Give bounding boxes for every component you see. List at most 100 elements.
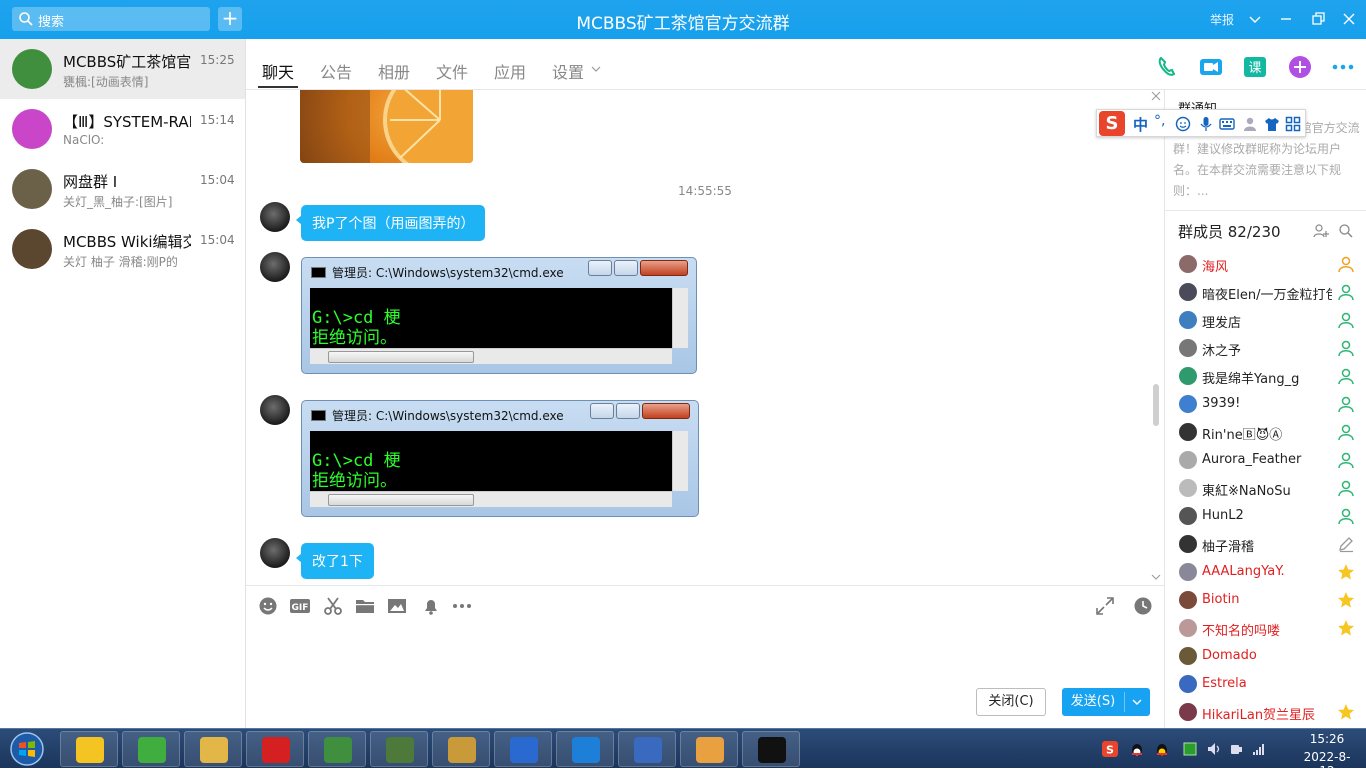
taskbar-app[interactable] (184, 731, 242, 767)
message-input[interactable]: 关闭(C) 发送(S) (246, 625, 1164, 728)
volume-icon[interactable] (1206, 741, 1222, 757)
taskbar-app[interactable] (370, 731, 428, 767)
chevron-down-icon[interactable] (1244, 8, 1266, 30)
member-item[interactable]: Aurora_Feather (1165, 446, 1366, 474)
tab-files[interactable]: 文件 (436, 59, 468, 83)
tab-settings[interactable]: 设置 (552, 59, 584, 83)
conversation-item[interactable]: 【Ⅲ】SYSTEM-RAM NaClO: 15:14 (0, 99, 245, 159)
green-app-tray-icon[interactable] (1182, 741, 1198, 757)
member-item[interactable]: Biotin (1165, 586, 1366, 614)
taskbar-app[interactable] (60, 731, 118, 767)
member-item[interactable]: AAALangYaY. (1165, 558, 1366, 586)
minimize-icon[interactable] (1275, 8, 1297, 30)
scissors-icon[interactable] (323, 596, 343, 616)
more-icon[interactable] (1330, 54, 1356, 80)
conversation-preview: 关灯 柚子 滑稽:刚P的 (63, 255, 178, 269)
taskbar-app[interactable] (432, 731, 490, 767)
ime-toolbar[interactable]: S 中 °, (1096, 109, 1306, 137)
member-item[interactable]: 3939! (1165, 390, 1366, 418)
member-item[interactable]: Estrela (1165, 670, 1366, 698)
member-item[interactable]: 東紅※NaNoSu (1165, 474, 1366, 502)
sogou-tray-icon[interactable]: S (1102, 741, 1118, 757)
conversation-item[interactable]: MCBBS矿工茶馆官方甕楓:[动画表情] 15:25 (0, 39, 245, 99)
taskbar-app[interactable] (618, 731, 676, 767)
chevron-down-icon[interactable] (590, 63, 602, 75)
ime-mode[interactable]: 中 (1133, 114, 1148, 135)
member-item[interactable]: 不知名的吗喽 (1165, 614, 1366, 642)
bell-icon[interactable] (421, 596, 441, 616)
conversation-item[interactable]: 网盘群 I 关灯_黑_柚子:[图片] 15:04 (0, 159, 245, 219)
chevron-down-icon[interactable] (1151, 572, 1161, 582)
taskbar-app[interactable] (308, 731, 366, 767)
user-icon[interactable] (1242, 116, 1258, 132)
emoji-icon[interactable] (1175, 116, 1191, 132)
taskbar-app[interactable] (556, 731, 614, 767)
tab-chat[interactable]: 聊天 (262, 59, 294, 83)
network-signal-icon[interactable] (1251, 741, 1267, 757)
add-app-icon[interactable] (1287, 54, 1313, 80)
member-item[interactable]: Rin'ne🄱😈Ⓐ (1165, 418, 1366, 446)
member-item[interactable]: 海风 (1165, 250, 1366, 278)
taskbar-app[interactable] (122, 731, 180, 767)
add-button[interactable]: + (218, 7, 242, 31)
close-icon[interactable] (1338, 8, 1360, 30)
clock-date[interactable]: 2022-8-12 (1297, 750, 1357, 778)
ime-punct[interactable]: °, (1154, 113, 1165, 129)
conversation-item[interactable]: MCBBS Wiki编辑交 关灯 柚子 滑稽:刚P的 15:04 (0, 219, 245, 279)
tab-apps[interactable]: 应用 (494, 59, 526, 83)
avatar[interactable] (260, 202, 290, 232)
image-icon[interactable] (387, 596, 407, 616)
avatar[interactable] (260, 395, 290, 425)
video-call-icon[interactable] (1198, 54, 1224, 80)
member-item[interactable]: 理发店 (1165, 306, 1366, 334)
clock-time[interactable]: 15:26 (1297, 732, 1357, 746)
avatar[interactable] (260, 252, 290, 282)
restore-icon[interactable] (1307, 8, 1329, 30)
member-item[interactable]: 沐之予 (1165, 334, 1366, 362)
member-item[interactable]: HunL2 (1165, 502, 1366, 530)
edit-icon[interactable] (1337, 535, 1355, 553)
keyboard-icon[interactable] (1219, 116, 1235, 132)
power-icon[interactable] (1228, 741, 1244, 757)
history-clock-icon[interactable] (1133, 596, 1153, 616)
windows-start-icon[interactable] (4, 730, 50, 768)
class-icon[interactable]: 课 (1242, 54, 1268, 80)
member-item[interactable]: HikariLan贺兰星辰 (1165, 698, 1366, 726)
orange-image[interactable] (300, 90, 473, 163)
folder-icon[interactable] (355, 596, 375, 616)
search-icon[interactable] (1338, 223, 1354, 239)
report-link[interactable]: 举报 (1210, 11, 1234, 28)
taskbar-app[interactable] (742, 731, 800, 767)
group-info-panel: 群通知 欢迎加入MCBBS矿工茶馆官方交流群！建议修改群昵称为论坛用户名。在本群… (1164, 90, 1366, 728)
chevron-down-icon[interactable] (1130, 695, 1144, 709)
add-member-icon[interactable] (1313, 223, 1329, 239)
message-scrollbar[interactable] (1153, 384, 1159, 426)
tab-album[interactable]: 相册 (378, 59, 410, 83)
phone-icon[interactable] (1154, 54, 1180, 80)
member-item[interactable]: 柚子滑稽 (1165, 530, 1366, 558)
tab-announcement[interactable]: 公告 (320, 59, 352, 83)
more-icon[interactable] (452, 596, 472, 616)
member-item[interactable]: 暗夜Elen/一万金粒打包 (1165, 278, 1366, 306)
send-button[interactable]: 发送(S) (1062, 688, 1150, 716)
sogou-logo[interactable]: S (1099, 111, 1125, 136)
shirt-icon[interactable] (1264, 116, 1280, 132)
grid-icon[interactable] (1285, 116, 1301, 132)
qq-tray-icon[interactable] (1129, 741, 1145, 757)
close-button[interactable]: 关闭(C) (976, 688, 1046, 716)
member-item[interactable]: Domado (1165, 642, 1366, 670)
taskbar-app[interactable] (246, 731, 304, 767)
qq-tray-icon[interactable] (1154, 741, 1170, 757)
search-box[interactable]: 搜索 (12, 7, 210, 31)
expand-icon[interactable] (1095, 596, 1115, 616)
close-icon[interactable] (1151, 91, 1161, 101)
taskbar-app[interactable] (494, 731, 552, 767)
microphone-icon[interactable] (1198, 116, 1214, 132)
member-item[interactable]: 我是绵羊Yang_g (1165, 362, 1366, 390)
gif-icon[interactable]: GIF (290, 596, 310, 616)
taskbar-app[interactable] (680, 731, 738, 767)
cmd-window-image[interactable]: 管理员: C:\Windows\system32\cmd.exe G:\>cd … (301, 257, 697, 374)
avatar[interactable] (260, 538, 290, 568)
emoji-icon[interactable] (258, 596, 278, 616)
cmd-window-image[interactable]: 管理员: C:\Windows\system32\cmd.exe G:\>cd … (301, 400, 699, 517)
